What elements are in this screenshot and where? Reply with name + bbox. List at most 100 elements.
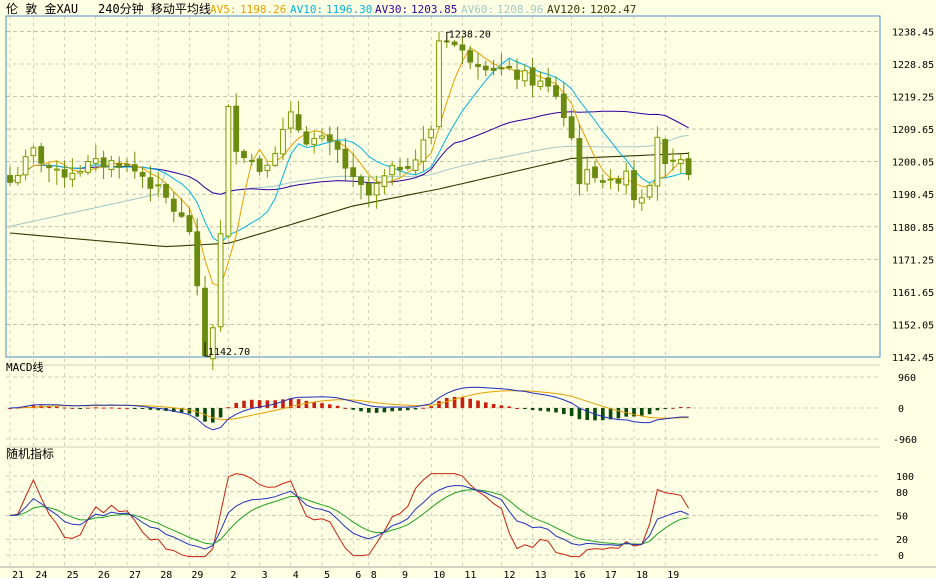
grid-lines: [6, 16, 880, 565]
x-tick-label: 28: [160, 570, 172, 578]
candle-body: [373, 182, 380, 196]
macd-bar: [117, 407, 121, 409]
candle-body: [295, 114, 302, 131]
candle-body: [342, 148, 349, 169]
macd-bar: [125, 407, 129, 409]
candle-body: [287, 111, 294, 129]
macd-bar: [429, 406, 433, 408]
x-tick-label: 27: [129, 570, 141, 578]
macd-bar: [359, 408, 363, 412]
candle-body: [607, 178, 614, 181]
candle-body: [217, 233, 224, 328]
av10-label: AV10:: [290, 3, 323, 16]
candle-body: [46, 164, 52, 169]
candle-body: [685, 158, 692, 176]
av120-label: AV120:: [547, 3, 587, 16]
macd-bar: [70, 407, 75, 409]
candle-body: [124, 163, 130, 166]
candle-body: [280, 129, 286, 155]
candle-body: [194, 231, 201, 287]
candle-body: [420, 139, 427, 162]
x-tick-label: 26: [98, 570, 110, 578]
period-title: 240分钟 移动平均线: [98, 1, 211, 16]
macd-bar: [538, 408, 543, 411]
macd-bar: [413, 408, 418, 410]
x-tick-label: 29: [191, 570, 203, 578]
candle-body: [100, 157, 107, 168]
chart-canvas[interactable]: 1238.45 1228.85 1219.25 1209.65 1200.05 1190.…: [0, 0, 936, 578]
candle-body: [475, 64, 481, 67]
candle-body: [467, 50, 474, 63]
kdj-y-tick-label: 0: [898, 551, 904, 562]
candle-body: [677, 159, 684, 164]
candle-body: [389, 164, 396, 176]
candle-body: [631, 170, 637, 201]
macd-bar: [577, 408, 582, 420]
av30-value: 1203.85: [411, 3, 457, 16]
main-y-tick-label: 1161.65: [892, 288, 934, 299]
macd-bar: [351, 408, 355, 410]
macd-bar: [94, 407, 98, 409]
candle-body: [568, 116, 575, 139]
candle-body: [514, 69, 520, 80]
main-y-tick-label: 1209.65: [892, 125, 934, 136]
x-tick-label: 12: [503, 570, 515, 578]
candle-body: [358, 176, 364, 185]
candle-body: [404, 166, 411, 169]
candle-body: [350, 167, 357, 178]
candle-body: [131, 164, 138, 172]
macd-bar: [211, 408, 215, 423]
candle-body: [155, 184, 162, 187]
candle-body: [116, 163, 123, 168]
x-tick-label: 21: [12, 570, 24, 578]
candle-body: [529, 67, 536, 86]
low-annotation: 1142.70: [208, 347, 250, 358]
kdj-y-tick-label: 100: [896, 472, 914, 483]
x-tick-label: 5: [324, 570, 330, 578]
candle-body: [638, 197, 645, 204]
candle-body: [225, 105, 232, 237]
candle-body: [53, 168, 60, 171]
macd-bar: [187, 408, 192, 414]
macd-y-tick-label: 0: [898, 404, 904, 415]
macd-bar: [445, 398, 449, 408]
macd-bar: [554, 408, 558, 413]
x-tick-label: 13: [535, 570, 547, 578]
macd-bar: [640, 408, 644, 416]
macd-bar: [148, 408, 153, 410]
macd-title: MACD线: [6, 360, 44, 374]
candle-body: [451, 41, 458, 46]
macd-bar: [523, 408, 527, 409]
main-y-tick-label: 1238.45: [892, 27, 934, 38]
x-tick-label: 25: [67, 570, 79, 578]
macd-bar: [491, 403, 496, 408]
candle-body: [646, 185, 653, 198]
candle-body: [498, 67, 505, 70]
macd-bar: [437, 400, 441, 408]
x-tick-label: 10: [433, 570, 445, 578]
high-annotation: 1238.20: [449, 29, 491, 40]
macd-bar: [304, 400, 309, 408]
candle-body: [560, 93, 567, 119]
candle-body: [592, 166, 598, 179]
macd-bar: [484, 402, 488, 408]
candle-body: [38, 146, 45, 164]
x-tick-label: 6: [355, 570, 361, 578]
candle-body: [381, 175, 388, 187]
main-y-tick-label: 1171.25: [892, 255, 934, 266]
x-tick-label: 4: [293, 570, 299, 578]
macd-bar: [507, 406, 511, 408]
market-title: 伦 敦 金XAU: [6, 1, 78, 16]
macd-bar: [140, 408, 145, 409]
macd-bar: [312, 402, 316, 408]
macd-bar: [133, 408, 137, 409]
macd-bar: [647, 408, 652, 415]
macd-bar: [468, 398, 472, 408]
candle-body: [303, 131, 310, 145]
macd-bar: [367, 408, 371, 413]
macd-bar: [62, 407, 67, 409]
main-panel-frame: [5, 15, 881, 358]
macd-bar: [398, 408, 402, 411]
macd-bar: [406, 408, 410, 411]
av5-label: AV5:: [210, 3, 237, 16]
